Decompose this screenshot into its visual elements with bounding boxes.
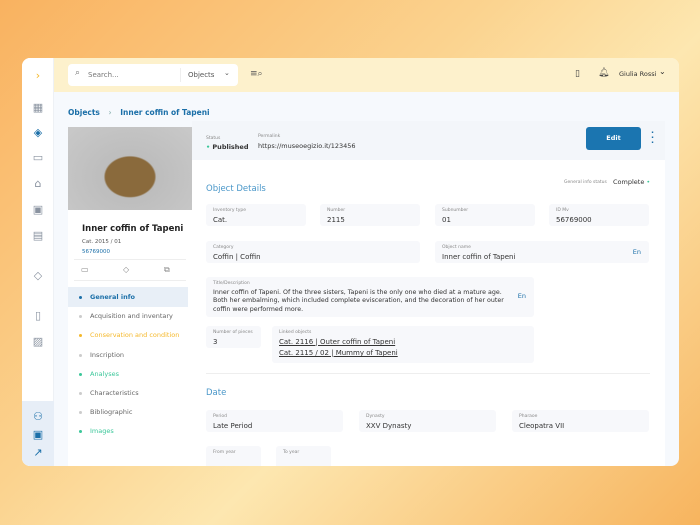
info-status: Complete •: [613, 178, 651, 186]
breadcrumb-current: Inner coffin of Tapeni: [120, 108, 210, 117]
status-dot: [79, 372, 82, 376]
nav-item-label: Analyses: [90, 369, 119, 378]
tag-icon[interactable]: ◇: [123, 265, 129, 274]
app-window: › ▦ ◈ ▭ ⌂ ▣ ▤ ◇ ▯ ▨ ⚇ ▣ ↗ ⌕ Search... Ob…: [22, 58, 679, 466]
status-badge: • Published: [206, 143, 249, 151]
tag-icon[interactable]: ◈: [30, 125, 46, 141]
nav-item[interactable]: Acquisition and inventary: [68, 306, 188, 326]
breadcrumb-objects[interactable]: Objects: [68, 108, 100, 117]
field-from-year: From year: [206, 446, 261, 466]
field-to-year: To year: [276, 446, 331, 466]
museum-icon[interactable]: ⌂: [30, 176, 46, 192]
linked-object-link[interactable]: Cat. 2116 | Outer coffin of Tapeni: [279, 338, 527, 346]
status-dot: [79, 411, 82, 415]
linked-object-link[interactable]: Cat. 2115 / 02 | Mummy of Tapeni: [279, 349, 527, 357]
copy-icon[interactable]: ⧉: [164, 265, 170, 275]
search-bar[interactable]: ⌕ Search... Objects ⌄: [68, 64, 238, 86]
scope-select[interactable]: Objects: [188, 71, 214, 79]
field-number: Number 2115: [320, 204, 420, 226]
status-dot: [79, 315, 82, 319]
expand-chevron-icon[interactable]: ›: [30, 68, 46, 84]
search-icon: ⌕: [75, 68, 81, 78]
nav-item-label: Images: [90, 427, 114, 436]
chevron-down-icon: ⌄: [224, 69, 230, 77]
field-dynasty: Dynasty XXV Dynasty: [359, 410, 496, 432]
nav-item-label: Conservation and condition: [90, 331, 180, 340]
status-dot: [79, 353, 82, 357]
nav-item-label: General info: [90, 293, 136, 301]
search-input[interactable]: Search...: [88, 71, 119, 79]
users-icon[interactable]: ⚇: [30, 409, 46, 425]
status-dot: [79, 392, 82, 395]
bookmark-icon[interactable]: ▯: [575, 69, 580, 79]
dashboard-icon[interactable]: ▦: [30, 100, 46, 116]
image-icon[interactable]: ▨: [30, 334, 46, 350]
status-dot: [79, 430, 82, 434]
nav-item[interactable]: Inscription: [68, 345, 188, 365]
field-object-name: Object name Inner coffin of Tapeni En: [435, 241, 649, 263]
nav-item-label: Acquisition and inventary: [90, 312, 173, 321]
nav-item-label: Characteristics: [90, 389, 139, 397]
user-menu[interactable]: Giulia Rossi: [619, 70, 656, 78]
sidebar: › ▦ ◈ ▭ ⌂ ▣ ▤ ◇ ▯ ▨ ⚇ ▣ ↗: [22, 58, 54, 466]
chevron-down-icon: ⌄: [659, 67, 666, 76]
edit-button[interactable]: Edit: [586, 127, 641, 150]
advanced-search-icon[interactable]: ≡⌕: [250, 69, 263, 79]
field-inventory-type: Inventory type Cat.: [206, 204, 306, 226]
status-dot: [79, 296, 82, 299]
book-icon[interactable]: ▯: [30, 308, 46, 324]
section-title-object-details: Object Details: [206, 184, 266, 194]
nav-item[interactable]: Images: [68, 421, 188, 441]
nav-item[interactable]: Bibliographic: [68, 402, 188, 422]
section-title-date: Date: [206, 388, 227, 398]
object-header: Status • Published Permalink https://mus…: [192, 121, 665, 160]
field-pharaoh: Pharaoe Cleopatra VII: [512, 410, 649, 432]
status-dot: [79, 334, 82, 338]
external-link-icon[interactable]: ↗: [30, 445, 46, 461]
calendar-icon[interactable]: ▭: [81, 265, 89, 274]
object-image[interactable]: [68, 127, 192, 210]
object-card: Inner coffin of Tapeni Cat. 2015 / 01 56…: [68, 127, 192, 466]
details-panel: Object Details General info status Compl…: [192, 160, 665, 466]
field-linked-objects: Linked objects Cat. 2116 | Outer coffin …: [272, 326, 534, 363]
nav-item[interactable]: Analyses: [68, 364, 188, 384]
info-status-label: General info status: [564, 180, 607, 185]
briefcase-icon[interactable]: ▭: [30, 150, 46, 166]
object-title: Inner coffin of Tapeni: [82, 224, 184, 234]
archive-icon[interactable]: ▣: [30, 202, 46, 218]
nav-item-label: Bibliographic: [90, 408, 133, 417]
field-subnumber: Subnumber 01: [435, 204, 535, 226]
language-toggle[interactable]: En: [518, 292, 526, 300]
field-id-mv: ID Mv 56769000: [549, 204, 649, 226]
nav-item[interactable]: General info: [68, 287, 188, 307]
field-period: Period Late Period: [206, 410, 343, 432]
bell-icon[interactable]: 🔔︎: [598, 68, 609, 78]
language-toggle[interactable]: En: [633, 248, 641, 256]
tags-icon[interactable]: ◇: [30, 268, 46, 284]
permalink[interactable]: https://museoegizio.it/123456: [258, 142, 356, 150]
more-options-icon[interactable]: · · ·: [651, 129, 654, 147]
field-category: Category Coffin | Coffin: [206, 241, 420, 263]
user-file-icon[interactable]: ▣: [30, 427, 46, 443]
field-pieces: Number of pieces 3: [206, 326, 261, 348]
report-icon[interactable]: ▤: [30, 228, 46, 244]
permalink-label: Permalink: [258, 134, 281, 139]
object-id: 56769000: [82, 249, 110, 255]
status-label: Status: [206, 136, 221, 141]
nav-item[interactable]: Conservation and condition: [68, 325, 188, 345]
nav-item-label: Inscription: [90, 350, 125, 359]
nav-item[interactable]: Characteristics: [68, 383, 188, 403]
object-catalog: Cat. 2015 / 01: [82, 239, 122, 245]
field-description: Title/Description Inner coffin of Tapeni.…: [206, 277, 534, 317]
topbar: ⌕ Search... Objects ⌄ ≡⌕ ▯ 🔔︎ Giulia Ros…: [54, 58, 679, 92]
